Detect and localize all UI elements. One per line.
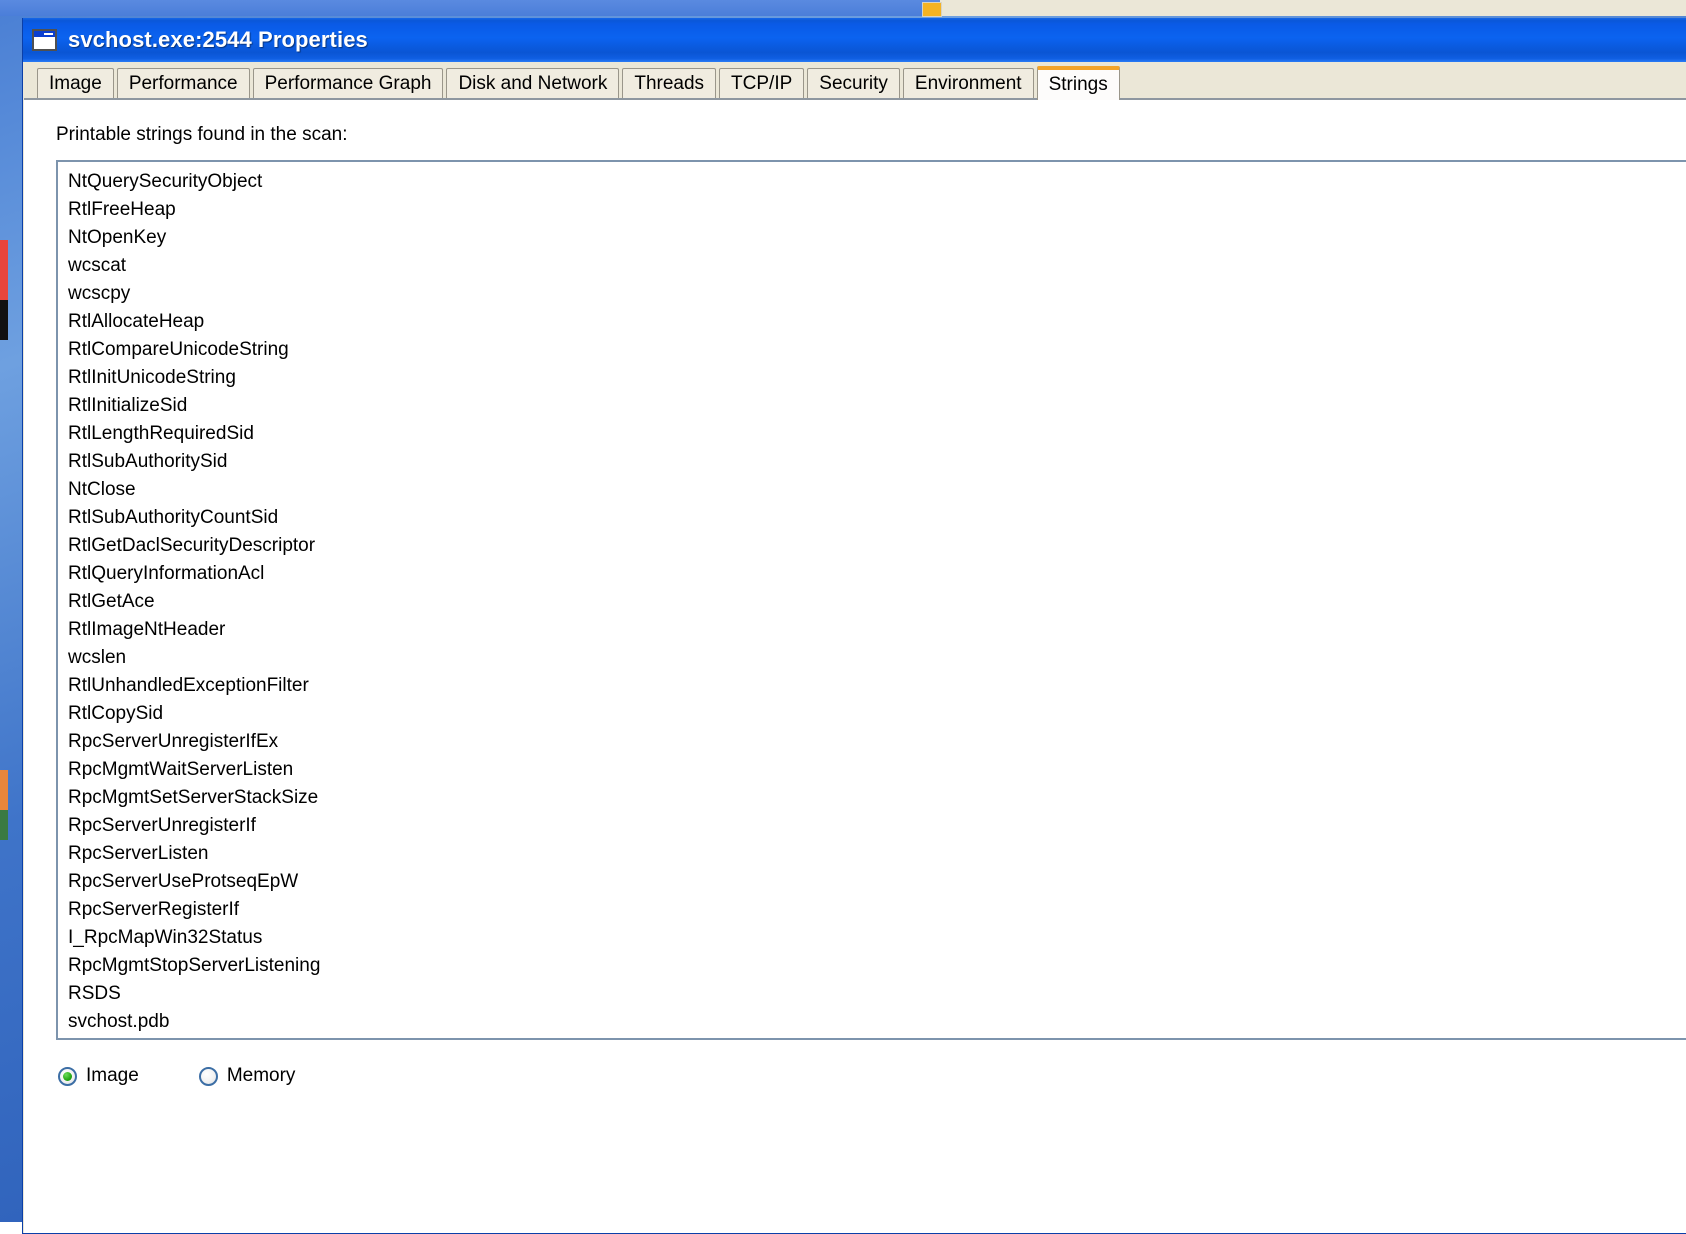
tab-performance-graph[interactable]: Performance Graph [253, 68, 444, 98]
radio-option-memory[interactable]: Memory [199, 1065, 296, 1087]
radio-option-image[interactable]: Image [58, 1065, 139, 1087]
tab-bar: Image Performance Performance Graph Disk… [23, 62, 1686, 98]
list-item[interactable]: RtlCopySid [68, 700, 1686, 728]
list-item[interactable]: svchost.pdb [68, 1008, 1686, 1036]
tab-tcp-ip[interactable]: TCP/IP [719, 68, 804, 98]
list-item[interactable]: wcscpy [68, 280, 1686, 308]
list-item[interactable]: RpcMgmtSetServerStackSize [68, 784, 1686, 812]
desktop-artifact [0, 810, 8, 840]
list-item[interactable]: RtlLengthRequiredSid [68, 420, 1686, 448]
list-item[interactable]: wcslen [68, 644, 1686, 672]
list-item[interactable]: RpcMgmtWaitServerListen [68, 756, 1686, 784]
desktop-artifact [0, 300, 8, 340]
background-window-button[interactable] [922, 2, 942, 17]
list-item[interactable]: RtlInitUnicodeString [68, 364, 1686, 392]
list-item[interactable]: RtlGetDaclSecurityDescriptor [68, 532, 1686, 560]
strings-list: NtQuerySecurityObjectRtlFreeHeapNtOpenKe… [58, 162, 1686, 1036]
dialog-title: svchost.exe:2544 Properties [68, 27, 368, 53]
tab-environment[interactable]: Environment [903, 68, 1034, 98]
tab-performance[interactable]: Performance [117, 68, 250, 98]
list-item[interactable]: RtlUnhandledExceptionFilter [68, 672, 1686, 700]
list-item[interactable]: RpcServerListen [68, 840, 1686, 868]
radio-label-memory: Memory [227, 1065, 296, 1087]
desktop-artifact [0, 240, 8, 300]
scan-description-label: Printable strings found in the scan: [56, 124, 348, 146]
list-item[interactable]: RtlSubAuthoritySid [68, 448, 1686, 476]
list-item[interactable]: NtOpenKey [68, 224, 1686, 252]
radio-button-icon [58, 1067, 77, 1086]
list-item[interactable]: I_RpcMapWin32Status [68, 924, 1686, 952]
desktop-artifact [0, 770, 8, 810]
tab-security[interactable]: Security [807, 68, 900, 98]
list-item[interactable]: RtlGetAce [68, 588, 1686, 616]
tab-threads[interactable]: Threads [622, 68, 716, 98]
tab-disk-and-network[interactable]: Disk and Network [446, 68, 619, 98]
list-item[interactable]: RtlCompareUnicodeString [68, 336, 1686, 364]
radio-label-image: Image [86, 1065, 139, 1087]
properties-dialog: svchost.exe:2544 Properties Image Perfor… [22, 18, 1686, 1234]
tab-image[interactable]: Image [37, 68, 114, 98]
strings-tab-panel: Printable strings found in the scan: NtQ… [24, 98, 1686, 1233]
list-item[interactable]: NtClose [68, 476, 1686, 504]
list-item[interactable]: RtlInitializeSid [68, 392, 1686, 420]
tab-strings[interactable]: Strings [1037, 66, 1120, 100]
list-item[interactable]: NtQuerySecurityObject [68, 168, 1686, 196]
list-item[interactable]: RtlAllocateHeap [68, 308, 1686, 336]
list-item[interactable]: RtlImageNtHeader [68, 616, 1686, 644]
dialog-titlebar[interactable]: svchost.exe:2544 Properties [23, 18, 1686, 62]
list-item[interactable]: RpcServerUnregisterIfEx [68, 728, 1686, 756]
string-source-radio-group: Image Memory [58, 1065, 295, 1087]
list-item[interactable]: RtlQueryInformationAcl [68, 560, 1686, 588]
list-item[interactable]: RpcServerUnregisterIf [68, 812, 1686, 840]
strings-listbox[interactable]: NtQuerySecurityObjectRtlFreeHeapNtOpenKe… [56, 160, 1686, 1040]
window-icon [32, 29, 57, 51]
background-window[interactable] [0, 0, 1686, 16]
radio-button-icon [199, 1067, 218, 1086]
list-item[interactable]: RtlSubAuthorityCountSid [68, 504, 1686, 532]
list-item[interactable]: wcscat [68, 252, 1686, 280]
list-item[interactable]: RpcMgmtStopServerListening [68, 952, 1686, 980]
list-item[interactable]: RtlFreeHeap [68, 196, 1686, 224]
list-item[interactable]: RpcServerRegisterIf [68, 896, 1686, 924]
list-item[interactable]: RpcServerUseProtseqEpW [68, 868, 1686, 896]
background-window-titlebar [0, 0, 940, 16]
list-item[interactable]: RSDS [68, 980, 1686, 1008]
